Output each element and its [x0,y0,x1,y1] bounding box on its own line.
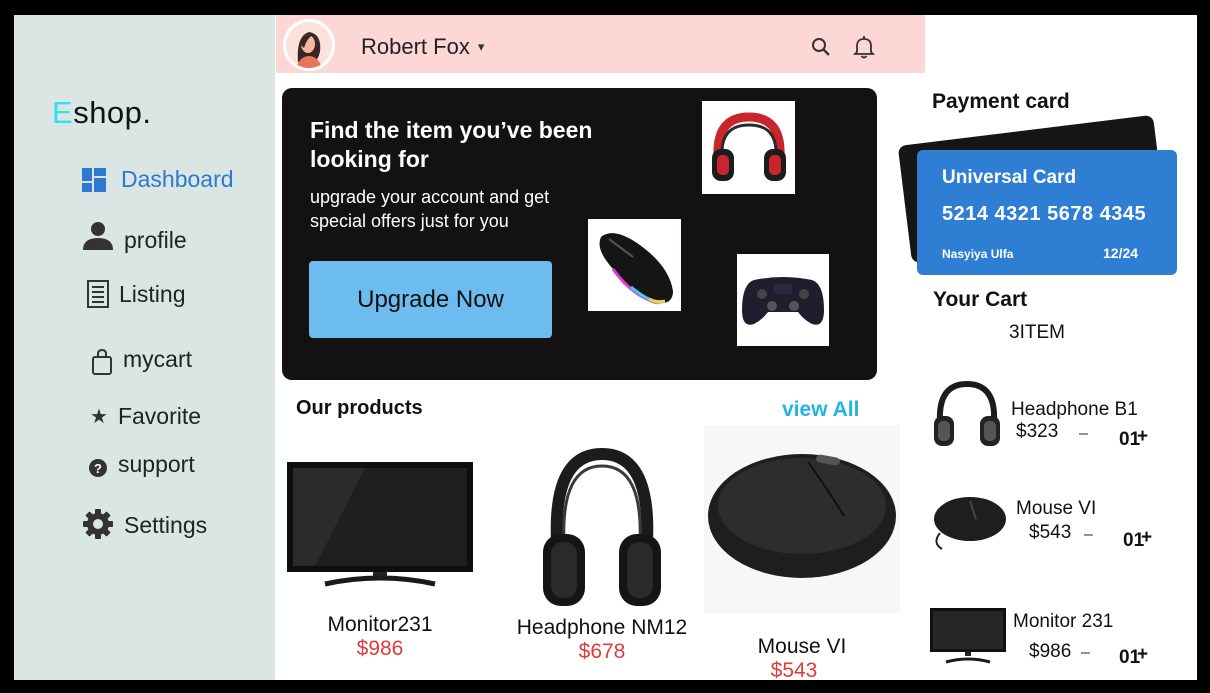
cart-item-name: Monitor 231 [1013,611,1114,632]
sidebar-item-label: mycart [123,345,192,372]
sidebar-item-mycart[interactable]: mycart [91,345,192,376]
minus-icon[interactable]: – [1079,425,1088,443]
cart-count: 3ITEM [1009,322,1065,343]
sidebar-item-profile[interactable]: profile [82,217,187,254]
minus-icon[interactable]: – [1081,644,1090,662]
monitor-image [284,455,476,595]
products-section-title: Our products [296,397,423,419]
user-icon [82,220,114,252]
app-window: Eshop. Dashboard profile Listing mycart [14,15,1197,680]
card-name: Universal Card [942,167,1077,188]
brand-logo[interactable]: Eshop. [52,95,152,131]
promo-banner: Find the item you’ve been looking for up… [282,88,877,380]
promo-headphone-image [702,101,795,194]
sidebar-item-dashboard[interactable]: Dashboard [82,166,234,193]
dashboard-grid-icon [82,167,106,192]
view-all-link[interactable]: view All [782,398,859,422]
plus-icon[interactable]: + [1137,644,1148,666]
product-price: $543 [770,659,818,680]
sidebar-item-favorite[interactable]: ★ Favorite [90,403,201,430]
cart-item-price: $986 [1029,641,1072,662]
minus-icon[interactable]: – [1084,526,1093,544]
chevron-down-icon: ▾ [477,39,485,54]
card-holder: Nasyiya Ulfa [942,247,1014,261]
bell-icon[interactable] [852,35,876,64]
cart-item-headphone[interactable]: Headphone B1 $323 – 01 + [926,375,1176,455]
promo-mouse-image [588,219,681,311]
gear-icon [82,508,114,540]
promo-gamepad-image [737,254,829,346]
payment-card-title: Payment card [932,90,1070,113]
cart-item-monitor[interactable]: Monitor 231 $986 – 01 + [926,606,1176,680]
upgrade-now-button[interactable]: Upgrade Now [309,261,552,338]
product-card-mouse[interactable]: Mouse VI $543 [704,425,900,680]
cart-item-price: $323 [1016,421,1059,442]
avatar[interactable] [283,19,335,71]
cart-item-name: Headphone B1 [1011,399,1138,420]
user-name: Robert Fox [361,34,470,59]
sidebar-item-label: Favorite [117,403,202,429]
user-menu[interactable]: Robert Fox ▾ [361,34,484,60]
product-name: Mouse VI [757,635,847,658]
promo-title: Find the item you’ve been looking for [310,117,593,172]
sidebar-item-support[interactable]: ? support [88,451,195,478]
mouse-image [704,425,900,613]
cart-headphone-image [931,378,1003,448]
sidebar-item-label: support [118,451,195,477]
logo-text: shop. [73,95,152,130]
sidebar-item-label: Listing [119,280,186,307]
payment-card[interactable]: Universal Card 5214 4321 5678 4345 Nasyi… [917,150,1177,275]
card-expiry: 12/24 [1103,245,1139,261]
promo-subtitle: upgrade your account and get special off… [310,187,550,231]
card-number: 5214 4321 5678 4345 [942,203,1147,225]
headphone-image [502,445,702,611]
plus-icon[interactable]: + [1137,426,1148,448]
search-icon[interactable] [811,37,831,62]
cart-item-name: Mouse VI [1016,498,1097,519]
logo-accent-letter: E [52,95,74,130]
list-icon [87,280,109,308]
cart-item-price: $543 [1029,522,1072,543]
sidebar: Eshop. Dashboard profile Listing mycart [14,15,275,680]
sidebar-item-settings[interactable]: Settings [82,508,207,540]
shopping-bag-icon [91,348,113,376]
sidebar-item-listing[interactable]: Listing [87,280,185,308]
product-price: $678 [578,640,626,663]
cart-monitor-image [928,606,1008,666]
svg-text:?: ? [94,461,102,476]
sidebar-item-label: Dashboard [121,166,234,192]
product-card-monitor[interactable]: Monitor231 $986 [284,455,476,661]
top-header: Robert Fox ▾ [276,15,925,73]
sidebar-item-label: Settings [124,511,208,538]
product-price: $986 [356,637,404,660]
help-icon: ? [88,456,108,478]
cart-title: Your Cart [933,288,1028,311]
product-name: Headphone NM12 [516,616,688,639]
product-card-headphone[interactable]: Headphone NM12 $678 [502,445,702,664]
star-icon: ★ [90,406,108,428]
product-name: Monitor231 [327,613,433,636]
plus-icon[interactable]: + [1141,527,1152,549]
cart-mouse-image [926,493,1008,553]
sidebar-item-label: profile [124,227,187,253]
cart-item-mouse[interactable]: Mouse VI $543 – 01 + [926,493,1176,573]
